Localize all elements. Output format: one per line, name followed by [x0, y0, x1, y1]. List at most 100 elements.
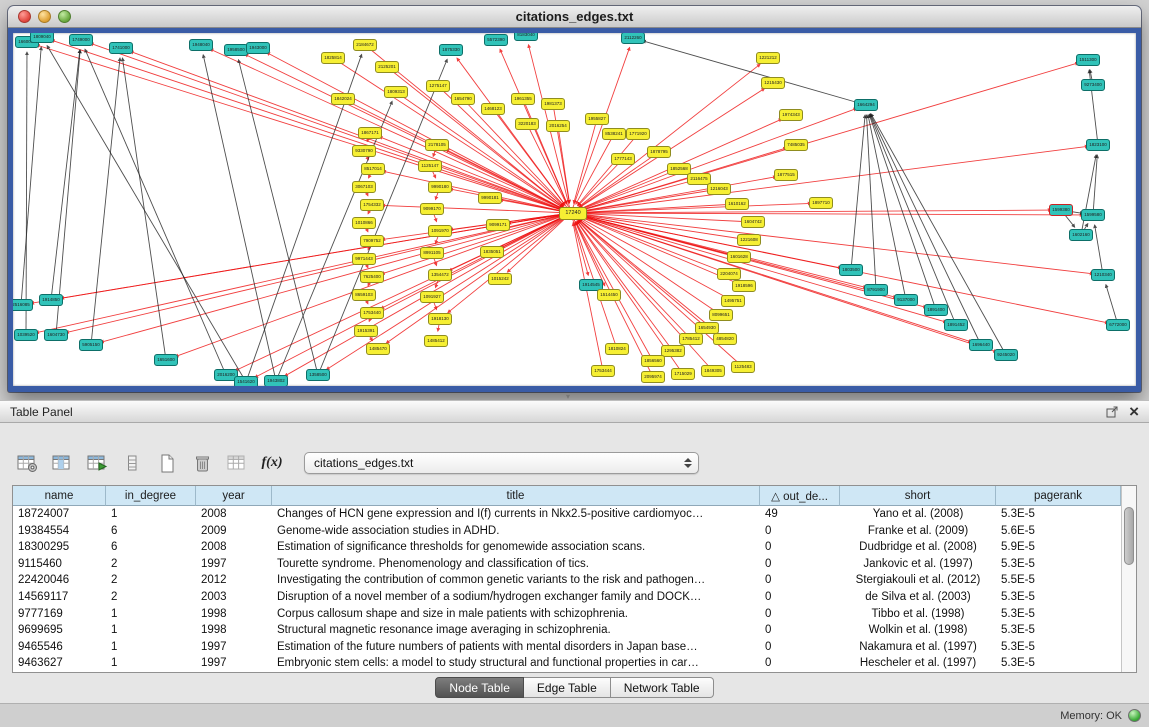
graph-edge[interactable] — [122, 58, 166, 360]
graph-node[interactable]: 1749000 — [69, 34, 93, 46]
new-table-button[interactable] — [154, 451, 180, 475]
graph-node[interactable]: 1221608 — [737, 234, 761, 246]
graph-node[interactable]: 1696440 — [969, 339, 993, 351]
graph-node[interactable]: 1825814 — [321, 52, 345, 64]
graph-node[interactable]: 1777143 — [611, 153, 635, 165]
graph-node[interactable]: 1785412 — [679, 333, 703, 345]
function-builder-button[interactable]: f(x) — [259, 451, 285, 475]
graph-edge[interactable] — [382, 213, 571, 274]
table-row[interactable]: 969969511998Structural magnetic resonanc… — [13, 622, 1121, 639]
graph-edge[interactable] — [867, 115, 876, 290]
graph-node[interactable]: 1125147 — [418, 160, 442, 172]
graph-node[interactable]: 1602160 — [1069, 229, 1093, 241]
graph-node[interactable]: 5905150 — [79, 339, 103, 351]
graph-node[interactable]: 1010866 — [352, 217, 376, 229]
graph-node[interactable]: 8659103 — [352, 289, 376, 301]
graph-node[interactable]: 9137000 — [894, 294, 918, 306]
graph-edge[interactable] — [90, 43, 571, 213]
graph-node[interactable]: 3067103 — [352, 181, 376, 193]
graph-node[interactable]: 8991105 — [420, 247, 444, 259]
graph-edge[interactable] — [558, 126, 570, 203]
graph-node[interactable]: 2516085 — [13, 299, 33, 311]
graph-edge[interactable] — [210, 49, 571, 213]
graph-edge[interactable] — [571, 64, 760, 213]
graph-node[interactable]: 2016254 — [546, 120, 570, 132]
table-row[interactable]: 1456911722003Disruption of a novel membe… — [13, 589, 1121, 606]
table-source-dropdown[interactable]: citations_edges.txt — [304, 452, 699, 474]
graph-node[interactable]: 2178105 — [425, 139, 449, 151]
graph-node[interactable]: 6772000 — [1106, 319, 1130, 331]
close-panel-button[interactable]: × — [1129, 406, 1139, 418]
graph-node[interactable]: 1809313 — [384, 86, 408, 98]
graph-edge[interactable] — [1081, 155, 1096, 235]
graph-node[interactable]: 9245020 — [994, 349, 1018, 361]
graph-node[interactable]: 7909752 — [360, 235, 384, 247]
graph-node[interactable]: 1741000 — [109, 42, 133, 54]
table-row[interactable]: 1872400712008Changes of HCN gene express… — [13, 506, 1121, 523]
graph-node[interactable]: 1651600 — [154, 354, 178, 366]
graph-node[interactable]: 1891400 — [924, 304, 948, 316]
graph-node[interactable]: 1715029 — [671, 368, 695, 380]
graph-edge[interactable] — [267, 53, 571, 213]
graph-edge[interactable] — [203, 55, 276, 381]
column-header-year[interactable]: year — [196, 486, 272, 506]
graph-node[interactable]: 1664294 — [854, 99, 878, 111]
column-header-name[interactable]: name — [13, 486, 106, 506]
graph-edge[interactable] — [1095, 225, 1103, 275]
graph-edge[interactable] — [581, 204, 737, 212]
graph-node[interactable]: 9990181 — [478, 192, 502, 204]
graph-node[interactable]: 1856560 — [641, 355, 665, 367]
table-row[interactable]: 946554611997Estimation of the future num… — [13, 639, 1121, 656]
graph-node[interactable]: 9971443 — [352, 253, 376, 265]
graph-node[interactable]: 1753440 — [360, 307, 384, 319]
graph-node[interactable]: 1514450 — [597, 289, 621, 301]
graph-edge[interactable] — [26, 52, 27, 335]
table-row[interactable]: 911546021997Tourette syndrome. Phenomeno… — [13, 556, 1121, 573]
graph-node[interactable]: 1915391 — [354, 325, 378, 337]
graph-node[interactable]: 2125201 — [375, 61, 399, 73]
create-column-button[interactable] — [84, 451, 110, 475]
graph-edge[interactable] — [571, 213, 946, 322]
graph-edge[interactable] — [581, 214, 749, 240]
graph-edge[interactable] — [255, 213, 571, 377]
table-row[interactable]: 1938455462009Genome-wide association stu… — [13, 523, 1121, 540]
scrollbar-thumb[interactable] — [1124, 507, 1134, 565]
table-row[interactable]: 2242004622012Investigating the contribut… — [13, 572, 1121, 589]
graph-node[interactable]: 1943802 — [264, 375, 288, 386]
column-header-in_degree[interactable]: in_degree — [106, 486, 196, 506]
graph-node[interactable]: 1468123 — [481, 103, 505, 115]
graph-node-hub[interactable]: 17240 — [559, 207, 587, 220]
graph-node[interactable]: 9990180 — [428, 181, 452, 193]
graph-node[interactable]: 1955827 — [585, 113, 609, 125]
graph-edge[interactable] — [47, 46, 246, 382]
graph-node[interactable]: 1091970 — [428, 225, 452, 237]
graph-edge[interactable] — [51, 40, 571, 213]
graph-edge[interactable] — [56, 50, 80, 335]
graph-node[interactable]: 1125483 — [731, 361, 755, 373]
show-columns-button[interactable] — [49, 451, 75, 475]
tab-network-table[interactable]: Network Table — [611, 677, 714, 698]
table-row[interactable]: 977716911998Corpus callosum shape and si… — [13, 606, 1121, 623]
graph-node[interactable]: 1091927 — [420, 291, 444, 303]
graph-node[interactable]: 1918130 — [428, 313, 452, 325]
table-scrollbar[interactable] — [1121, 486, 1136, 672]
graph-node[interactable]: 1891452 — [944, 319, 968, 331]
graph-node[interactable]: 1221212 — [756, 52, 780, 64]
delete-table-button[interactable] — [189, 451, 215, 475]
graph-node[interactable]: 1495751 — [721, 295, 745, 307]
graph-node[interactable]: 8517014 — [361, 163, 385, 175]
graph-node[interactable]: 1215430 — [761, 77, 785, 89]
graph-node[interactable]: 1849305 — [701, 365, 725, 377]
graph-node[interactable]: 2095974 — [641, 371, 665, 383]
graph-node[interactable]: 4854820 — [713, 333, 737, 345]
graph-node[interactable]: 8791900 — [864, 284, 888, 296]
graph-node[interactable]: 1754332 — [360, 199, 384, 211]
graph-node[interactable]: 1599580 — [1081, 209, 1105, 221]
row-view-button[interactable] — [119, 451, 145, 475]
window-titlebar[interactable]: citations_edges.txt — [8, 6, 1141, 28]
graph-node[interactable]: 9330790 — [352, 145, 376, 157]
graph-node[interactable]: 7485035 — [784, 139, 808, 151]
graph-edge[interactable] — [91, 58, 120, 345]
table-settings-button[interactable] — [14, 451, 40, 475]
graph-node[interactable]: 1601628 — [727, 251, 751, 263]
